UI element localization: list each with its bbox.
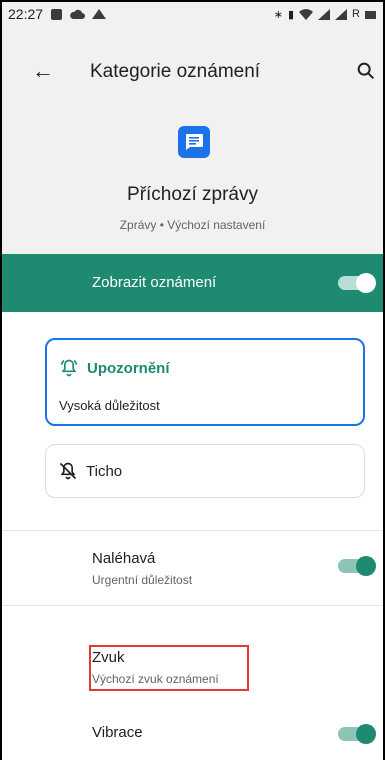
sound-highlight-box [89,645,249,691]
messages-app-icon [178,126,210,158]
urgent-toggle[interactable] [338,556,376,576]
silent-option-head: Ticho [58,461,122,481]
image-notification-icon [51,8,63,20]
toggle-knob [356,556,376,576]
status-left-icons [51,8,107,20]
vibration-toggle[interactable] [338,724,376,744]
show-notifications-toggle[interactable] [338,273,376,293]
alerting-option-description: Vysoká důležitost [59,398,160,413]
channel-name: Příchozí zprávy [127,184,258,205]
toggle-knob [356,724,376,744]
cloud-icon [70,9,86,19]
app-header: ← Kategorie oznámení Příchozí zprávy Zpr… [2,26,383,254]
silent-option-title: Ticho [86,462,123,480]
alerting-option-card[interactable]: Upozornění Vysoká důležitost [45,338,365,426]
divider [2,530,383,531]
status-bar: 22:27 ∗ ▮ R [2,2,383,26]
silent-option-card[interactable]: Ticho [45,444,365,498]
signal-icon [318,8,331,20]
show-notifications-label: Zobrazit oznámení [92,274,217,291]
signal-2-icon [335,8,348,20]
bell-ringing-icon [60,359,78,377]
status-right-icons: ∗ ▮ R [274,8,377,21]
page-title: Kategorie oznámení [90,61,261,82]
toggle-knob [356,273,376,293]
show-notifications-row[interactable]: Zobrazit oznámení [2,254,383,312]
wifi-icon [299,8,314,20]
triangle-notification-icon [92,9,107,19]
alerting-option-head: Upozornění [59,358,170,378]
vibration-label: Vibrace [92,724,143,741]
status-time: 22:27 [8,6,44,22]
alerting-option-title: Upozornění [87,359,170,377]
search-icon[interactable] [355,60,377,82]
urgent-row[interactable]: Naléhavá Urgentní důležitost [2,532,383,604]
divider [2,605,383,606]
battery-icon [365,10,376,19]
bluetooth-icon: ∗ [273,8,283,21]
roaming-indicator: R [352,8,360,20]
channel-subtitle: Zprávy • Výchozí nastavení [119,218,266,232]
vibrate-icon: ▮ [287,8,295,21]
vibration-row[interactable]: Vibrace [2,712,383,758]
back-arrow-icon[interactable]: ← [32,60,54,82]
screen: 22:27 ∗ ▮ R ← Kategorie oznámení Příchoz… [0,0,385,760]
urgent-label: Naléhavá [92,550,156,567]
message-bubble-icon [186,134,203,150]
bell-off-icon [59,462,77,480]
urgent-sublabel: Urgentní důležitost [92,573,193,587]
